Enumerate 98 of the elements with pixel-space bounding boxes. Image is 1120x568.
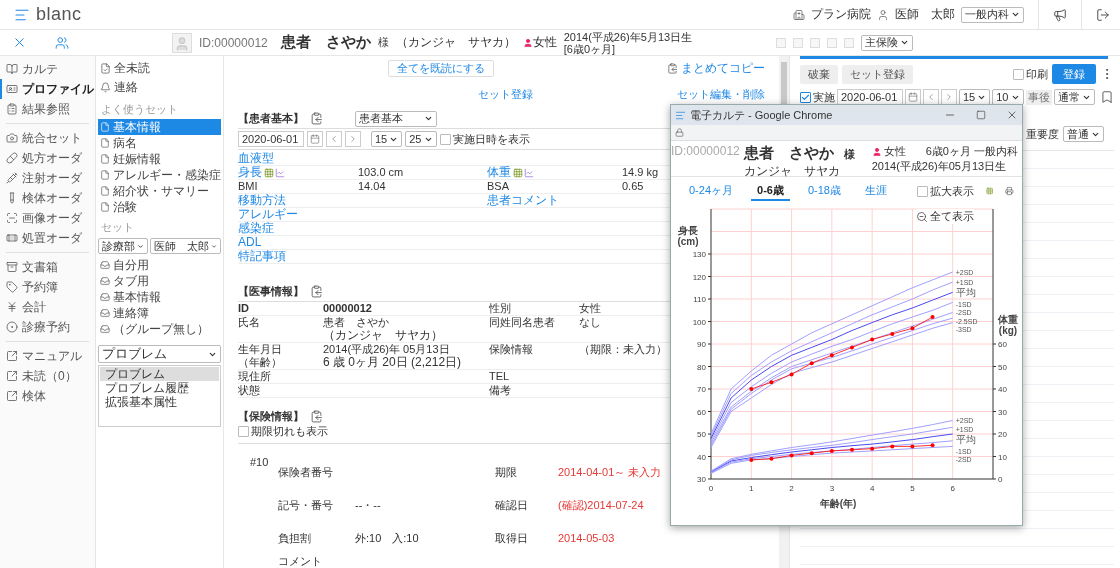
tick-label: 1	[749, 484, 754, 493]
section-title: 【医事情報】	[238, 284, 304, 300]
section-heading: よく使うセット	[101, 102, 179, 117]
tick-label: 130	[692, 250, 706, 259]
section-title: 【保険情報】	[238, 409, 304, 424]
field-value: 103.0 cm	[358, 166, 404, 180]
patient-kana: （カンジャ サヤカ）	[395, 34, 516, 51]
section-title: 【患者基本】	[238, 111, 304, 126]
tick-label: 30	[998, 407, 1007, 417]
tick-label: 2	[789, 484, 794, 493]
field-label: 氏名	[238, 316, 261, 330]
axis-title: 体重(kg)	[997, 314, 1019, 336]
tick-label: 20	[998, 430, 1007, 439]
field-value: （カンジャ サヤカ）	[323, 329, 444, 343]
checkbox-label: 拡大表示	[929, 183, 974, 199]
section-heading: セット	[101, 220, 135, 235]
field-label: 負担割	[278, 532, 312, 545]
field-label: BMI	[238, 180, 258, 194]
tick-label: 0	[708, 484, 714, 493]
insurance-number: #10	[250, 456, 270, 470]
field-value: なし	[579, 316, 601, 330]
field-value: 14.9 kg	[622, 166, 659, 180]
tick-label: 0	[998, 475, 1003, 484]
tick-label: 80	[697, 362, 706, 372]
tick-label: 50	[998, 362, 1007, 372]
tick-label: 3	[829, 484, 835, 493]
honorific: 様	[843, 147, 855, 162]
tick-label: 5	[910, 484, 915, 493]
field-label: 期限	[495, 466, 518, 479]
birth-date: 2014(平成26)年5月13日生	[563, 30, 693, 43]
tick-label: 30	[697, 475, 706, 484]
field-value: 2014(平成26)年 05月13日	[323, 343, 450, 357]
field-value: 2014-04-01～ 未入力	[558, 466, 663, 479]
checkbox-label: 期限切れも表示	[251, 424, 328, 439]
age-department: 6歳0ヶ月 一般内科	[925, 144, 1018, 159]
field-value: 2014-05-03	[558, 532, 616, 545]
field-label: 現住所	[238, 370, 272, 384]
field-label: 保険情報	[489, 343, 533, 357]
field-label: 備考	[489, 384, 511, 398]
axis-title: 身長(cm)	[676, 225, 700, 247]
checkbox-label: 実施日時を表示	[452, 131, 530, 147]
patient-sex: 女性	[532, 34, 557, 51]
field-value: --・--	[355, 499, 382, 512]
field-value: 0.65	[622, 180, 644, 194]
tick-label: 10	[998, 452, 1007, 462]
patient-id: ID:00000012	[199, 35, 268, 50]
axis-title: 年齢(年)	[819, 498, 857, 509]
field-label: （年齢）	[238, 356, 283, 370]
tick-label: 6	[950, 484, 955, 493]
tick-label: 100	[692, 317, 706, 327]
field-value: 女性	[579, 302, 601, 316]
patient-sex: 女性	[883, 144, 906, 159]
field-value: 患者 さやか	[323, 316, 390, 330]
field-label: 状態	[238, 384, 261, 398]
field-label: コメント	[278, 555, 323, 568]
patient-name: 患者 さやか	[743, 144, 835, 163]
field-label: ID	[238, 302, 250, 316]
tick-label: 50	[697, 430, 706, 439]
field-label: 保険者番号	[278, 466, 334, 479]
tick-label: 110	[693, 295, 706, 304]
user-name: 医師 太郎	[895, 6, 955, 23]
timing-label: 事後	[1025, 89, 1052, 105]
tick-label: 60	[998, 340, 1007, 349]
importance-label: 重要度	[1026, 126, 1059, 142]
honorific: 様	[377, 35, 389, 50]
field-label: 同姓同名患者	[489, 316, 555, 330]
field-value: 00000012	[323, 302, 373, 316]
birth-date: 2014(平成26)年05月13日生	[871, 159, 1008, 174]
checkbox-label: 実施	[813, 89, 835, 105]
field-label: 性別	[489, 302, 511, 316]
hospital-name: プラン病院	[811, 6, 871, 23]
patient-age: [6歳0ヶ月]	[563, 42, 616, 55]
field-label: 生年月日	[238, 343, 283, 357]
field-label: BSA	[487, 180, 509, 194]
tick-label: 4	[869, 484, 875, 493]
window-title: 電子カルテ - Google Chrome	[690, 107, 833, 123]
curve-label: 平均	[955, 433, 976, 445]
field-value: 14.04	[358, 180, 386, 194]
patient-name: 患者 さやか	[280, 33, 371, 52]
tick-label: 40	[697, 452, 706, 462]
field-label: TEL	[489, 370, 510, 384]
curve-label: 平均	[955, 286, 976, 298]
field-value: （期限：未入力）	[579, 343, 667, 357]
patient-id: ID:00000012	[671, 144, 740, 158]
patient-kana: カンジャ サヤカ	[743, 163, 840, 180]
tick-label: 90	[697, 340, 706, 349]
field-label: 確認日	[495, 499, 529, 512]
logo: blanc	[36, 4, 82, 25]
field-label: 取得日	[495, 532, 529, 545]
checkbox-label: 印刷	[1026, 66, 1048, 82]
tick-label: 120	[692, 272, 706, 282]
tick-label: 70	[697, 385, 706, 394]
field-value: 6 歳 0ヶ月 20日 (2,212日)	[323, 356, 463, 370]
tick-label: 40	[998, 385, 1007, 394]
field-label: 記号・番号	[278, 499, 334, 512]
field-value: (確認)2014-07-24	[558, 499, 645, 512]
tick-label: 60	[697, 407, 706, 417]
field-value: 外:10 入:10	[355, 532, 420, 545]
